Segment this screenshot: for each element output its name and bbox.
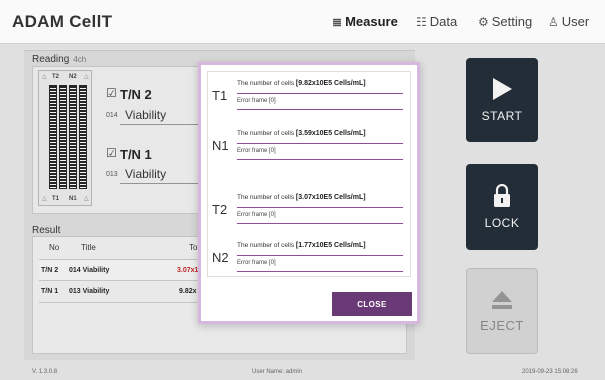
entry-code: N1 — [212, 138, 229, 153]
entry-value: [3.07x10E5 Cells/mL] — [295, 194, 366, 201]
nav-user-label: User — [561, 14, 590, 29]
divider — [237, 93, 403, 94]
entry-count-line: The number of cells [3.59x10E5 Cells/mL] — [237, 130, 366, 137]
app-title: ADAM CellT — [12, 12, 113, 31]
divider — [237, 159, 403, 160]
entry-count-line: The number of cells [3.07x10E5 Cells/mL] — [237, 194, 366, 201]
entry-label: The number of cells — [237, 194, 295, 201]
result-entry-t1: T1 The number of cells [9.82x10E5 Cells/… — [208, 76, 412, 116]
entry-value: [1.77x10E5 Cells/mL] — [295, 242, 366, 249]
divider — [237, 223, 403, 224]
entry-error: Error frame [0] — [237, 212, 276, 218]
entry-code: T1 — [212, 88, 228, 103]
data-list-icon: ☷ — [416, 14, 427, 29]
entry-error: Error frame [0] — [237, 98, 276, 104]
nav-setting[interactable]: ⚙ Setting — [478, 14, 532, 29]
gear-icon: ⚙ — [478, 14, 489, 29]
entry-code: T2 — [212, 202, 228, 217]
divider — [237, 109, 403, 110]
divider — [237, 271, 403, 272]
result-entry-t2: T2 The number of cells [3.07x10E5 Cells/… — [208, 190, 412, 230]
result-entry-n2: N2 The number of cells [1.77x10E5 Cells/… — [208, 238, 412, 278]
entry-count-line: The number of cells [1.77x10E5 Cells/mL] — [237, 242, 366, 249]
nav-data[interactable]: ☷ Data — [416, 14, 457, 29]
entry-value: [9.82x10E5 Cells/mL] — [295, 80, 366, 87]
entry-label: The number of cells — [237, 80, 295, 87]
entry-value: [3.59x10E5 Cells/mL] — [295, 130, 366, 137]
entry-error: Error frame [0] — [237, 148, 276, 154]
entry-count-line: The number of cells [9.82x10E5 Cells/mL] — [237, 80, 366, 87]
top-bar: ADAM CellT ≣ Measure ☷ Data ⚙ Setting ♙ … — [0, 0, 605, 44]
results-list: T1 The number of cells [9.82x10E5 Cells/… — [207, 71, 411, 277]
nav-user[interactable]: ♙ User — [548, 14, 589, 29]
measure-icon: ≣ — [332, 14, 343, 29]
results-dialog: T1 The number of cells [9.82x10E5 Cells/… — [198, 62, 420, 324]
user-icon: ♙ — [548, 14, 559, 29]
entry-code: N2 — [212, 250, 229, 265]
entry-label: The number of cells — [237, 130, 295, 137]
entry-label: The number of cells — [237, 242, 295, 249]
nav-measure[interactable]: ≣ Measure — [332, 14, 398, 29]
divider — [237, 255, 403, 256]
divider — [237, 143, 403, 144]
divider — [237, 207, 403, 208]
nav-measure-label: Measure — [345, 14, 398, 29]
close-button[interactable]: CLOSE — [332, 292, 412, 316]
nav-data-label: Data — [429, 14, 458, 29]
entry-error: Error frame [0] — [237, 260, 276, 266]
result-entry-n1: N1 The number of cells [3.59x10E5 Cells/… — [208, 126, 412, 166]
nav-setting-label: Setting — [491, 14, 533, 29]
